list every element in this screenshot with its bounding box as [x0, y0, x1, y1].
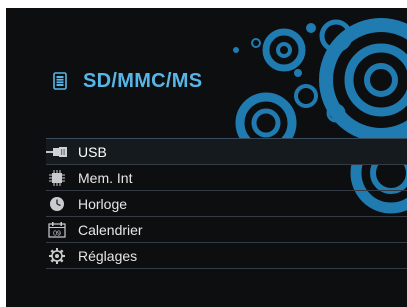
page-header: SD/MMC/MS: [49, 66, 202, 96]
menu-separator: [46, 268, 407, 269]
settings-menu: USB Mem. Int Horloge 09 Calendrier Régla…: [46, 138, 407, 269]
menu-item-label: Horloge: [78, 196, 128, 212]
gear-icon: [46, 247, 68, 265]
menu-item-usb[interactable]: USB: [46, 138, 407, 165]
calendar-icon: 09: [46, 221, 68, 239]
sd-card-icon: [49, 72, 71, 90]
page-title: SD/MMC/MS: [83, 69, 203, 92]
menu-item-label: USB: [78, 144, 107, 160]
calendar-icon-day: 09: [53, 231, 61, 238]
menu-item-label: Réglages: [78, 248, 138, 264]
menu-item-calendrier[interactable]: 09 Calendrier: [46, 217, 407, 243]
memory-chip-icon: [46, 169, 68, 187]
menu-item-reglages[interactable]: Réglages: [46, 243, 407, 269]
menu-item-label: Mem. Int: [78, 170, 133, 186]
menu-item-label: Calendrier: [78, 222, 143, 238]
clock-icon: [46, 195, 68, 213]
screen: SD/MMC/MS USB Mem. Int Horloge 09 Calend…: [6, 8, 407, 307]
usb-icon: [46, 143, 68, 161]
menu-item-mem-int[interactable]: Mem. Int: [46, 165, 407, 191]
menu-item-horloge[interactable]: Horloge: [46, 191, 407, 217]
